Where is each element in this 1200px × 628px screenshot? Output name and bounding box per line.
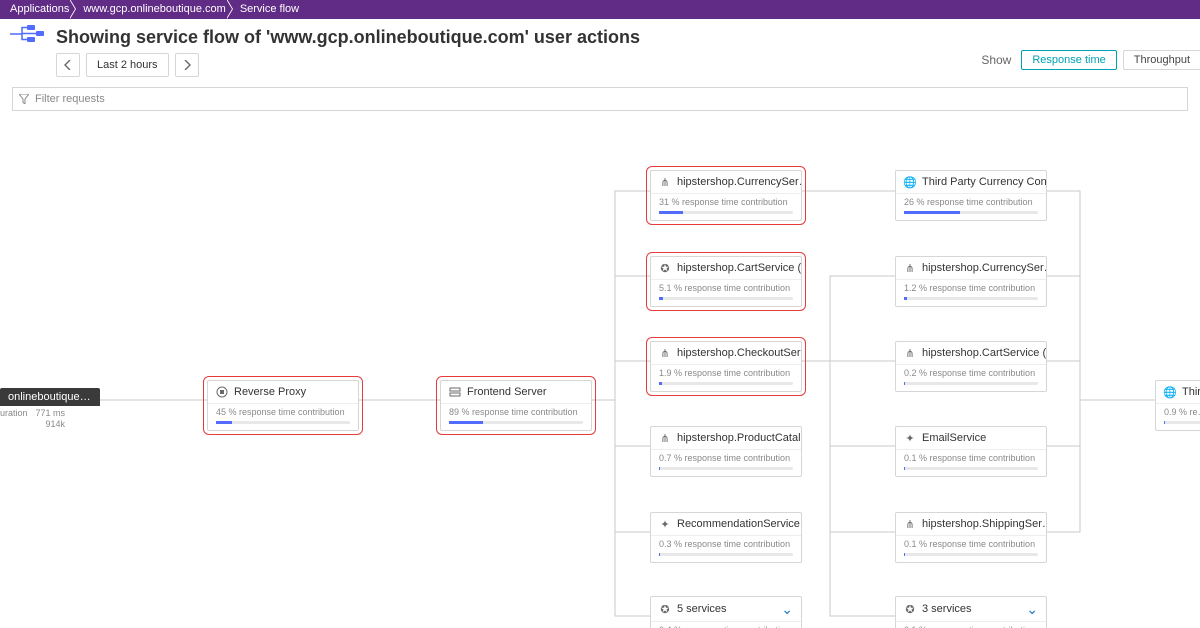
grpc-icon: ⋔ (659, 347, 671, 359)
show-label: Show (981, 53, 1011, 67)
node-bar (904, 553, 1038, 556)
funnel-icon (19, 94, 29, 104)
node-label: Reverse Proxy (234, 386, 306, 398)
node-bar (1164, 421, 1200, 424)
source-duration-value: 771 ms (36, 408, 66, 418)
node-bar (659, 297, 793, 300)
chevron-down-icon[interactable]: ⌄ (1026, 602, 1038, 616)
globe-icon: 🌐 (1164, 386, 1176, 398)
server-icon (449, 386, 461, 398)
service-icon: ✦ (904, 432, 916, 444)
show-response-time[interactable]: Response time (1021, 50, 1116, 70)
service-flow-icon (10, 25, 46, 49)
node-contrib: 1.9 % response time contribution (651, 365, 801, 382)
node-cart-service-2[interactable]: ⋔ hipstershop.CartService (g… 0.2 % respo… (895, 341, 1047, 392)
node-contrib: 1.2 % response time contribution (896, 280, 1046, 297)
node-bar (659, 211, 793, 214)
service-icon: ✦ (659, 518, 671, 530)
page-title: Showing service flow of 'www.gcp.onlineb… (56, 27, 640, 48)
node-label: Third Party Curre (1182, 386, 1200, 398)
node-third-party-currency[interactable]: 🌐 Third Party Currency Conv… 26 % respons… (895, 170, 1047, 221)
node-label: hipstershop.CartService (g… (922, 347, 1046, 359)
node-contrib: 0.1 % response time contribution (896, 536, 1046, 553)
node-cart-service[interactable]: ✪ hipstershop.CartService (g… 5.1 % respo… (650, 256, 802, 307)
node-five-services-group[interactable]: ✪ 5 services ⌄ 0.4 % response time contrib… (650, 596, 802, 628)
node-label: 5 services (677, 603, 727, 615)
node-shipping-service[interactable]: ⋔ hipstershop.ShippingSer… 0.1 % response… (895, 512, 1047, 563)
node-contrib: 0.4 % response time contribution (651, 622, 801, 628)
crumb-applications[interactable]: Applications (6, 0, 79, 18)
node-contrib: 0.9 % response time contribution (1156, 404, 1200, 421)
node-contrib: 26 % response time contribution (896, 194, 1046, 211)
time-prev-button[interactable] (56, 53, 80, 77)
node-contrib: 45 % response time contribution (208, 404, 358, 421)
node-contrib: 0.1 % response time contribution (896, 622, 1046, 628)
node-label: RecommendationService (677, 518, 800, 530)
crumb-app[interactable]: www.gcp.onlineboutique.com (79, 0, 235, 18)
time-next-button[interactable] (175, 53, 199, 77)
time-range-button[interactable]: Last 2 hours (86, 53, 169, 77)
node-bar (449, 421, 583, 424)
page-header: Showing service flow of 'www.gcp.onlineb… (0, 19, 1200, 51)
show-throughput[interactable]: Throughput (1123, 50, 1200, 70)
node-bar (904, 467, 1038, 470)
node-recommendation-service[interactable]: ✦ RecommendationService 0.3 % response ti… (650, 512, 802, 563)
node-label: hipstershop.CurrencySer… (922, 262, 1046, 274)
node-bar (904, 297, 1038, 300)
node-product-catalog[interactable]: ⋔ hipstershop.ProductCatal… 0.7 % respons… (650, 426, 802, 477)
node-frontend-server[interactable]: Frontend Server 89 % response time contr… (440, 380, 592, 431)
node-bar (659, 467, 793, 470)
crumb-current: Service flow (236, 0, 309, 18)
grpc-icon: ⋔ (659, 432, 671, 444)
node-contrib: 0.7 % response time contribution (651, 450, 801, 467)
node-email-service[interactable]: ✦ EmailService 0.1 % response time contri… (895, 426, 1047, 477)
group-icon: ✪ (659, 603, 671, 615)
grpc-icon: ⋔ (904, 262, 916, 274)
grpc-icon: ⋔ (904, 518, 916, 530)
source-metrics: uration 771 ms 914k (0, 406, 100, 429)
filter-placeholder: Filter requests (35, 93, 105, 105)
node-label: 3 services (922, 603, 972, 615)
source-app-node[interactable]: onlineboutique… uration 771 ms 914k (0, 388, 100, 429)
node-bar (904, 211, 1038, 214)
grpc-icon: ✪ (659, 262, 671, 274)
service-flow-canvas[interactable]: onlineboutique… uration 771 ms 914k Reve… (0, 111, 1200, 628)
source-count: 914k (46, 419, 66, 429)
filter-bar[interactable]: Filter requests (12, 87, 1188, 111)
node-label: hipstershop.ShippingSer… (922, 518, 1046, 530)
globe-icon: 🌐 (904, 176, 916, 188)
node-label: Third Party Currency Conv… (922, 176, 1046, 188)
breadcrumb-bar: Applications www.gcp.onlineboutique.com … (0, 0, 1200, 19)
node-checkout-service[interactable]: ⋔ hipstershop.CheckoutSer… 1.9 % response… (650, 341, 802, 392)
node-bar (659, 382, 793, 385)
node-contrib: 0.1 % response time contribution (896, 450, 1046, 467)
node-contrib: 89 % response time contribution (441, 404, 591, 421)
grpc-icon: ⋔ (904, 347, 916, 359)
node-currency-service[interactable]: ⋔ hipstershop.CurrencySer… 31 % response … (650, 170, 802, 221)
node-label: Frontend Server (467, 386, 546, 398)
grpc-icon: ⋔ (659, 176, 671, 188)
source-duration-label: uration (0, 408, 28, 429)
node-label: hipstershop.CartService (g… (677, 262, 801, 274)
node-bar (216, 421, 350, 424)
node-bar (659, 553, 793, 556)
proxy-icon (216, 386, 228, 398)
node-currency-service-2[interactable]: ⋔ hipstershop.CurrencySer… 1.2 % response… (895, 256, 1047, 307)
node-contrib: 5.1 % response time contribution (651, 280, 801, 297)
source-app-label: onlineboutique… (0, 388, 100, 406)
node-label: hipstershop.ProductCatal… (677, 432, 801, 444)
node-label: hipstershop.CheckoutSer… (677, 347, 801, 359)
node-contrib: 31 % response time contribution (651, 194, 801, 211)
node-third-party-currency-far[interactable]: 🌐 Third Party Curre 0.9 % response time c… (1155, 380, 1200, 431)
node-reverse-proxy[interactable]: Reverse Proxy 45 % response time contrib… (207, 380, 359, 431)
node-contrib: 0.2 % response time contribution (896, 365, 1046, 382)
group-icon: ✪ (904, 603, 916, 615)
node-label: EmailService (922, 432, 986, 444)
node-three-services-group[interactable]: ✪ 3 services ⌄ 0.1 % response time contrib… (895, 596, 1047, 628)
node-contrib: 0.3 % response time contribution (651, 536, 801, 553)
show-controls: Show Response time Throughput (981, 50, 1200, 70)
chevron-down-icon[interactable]: ⌄ (781, 602, 793, 616)
node-bar (904, 382, 1038, 385)
node-label: hipstershop.CurrencySer… (677, 176, 801, 188)
